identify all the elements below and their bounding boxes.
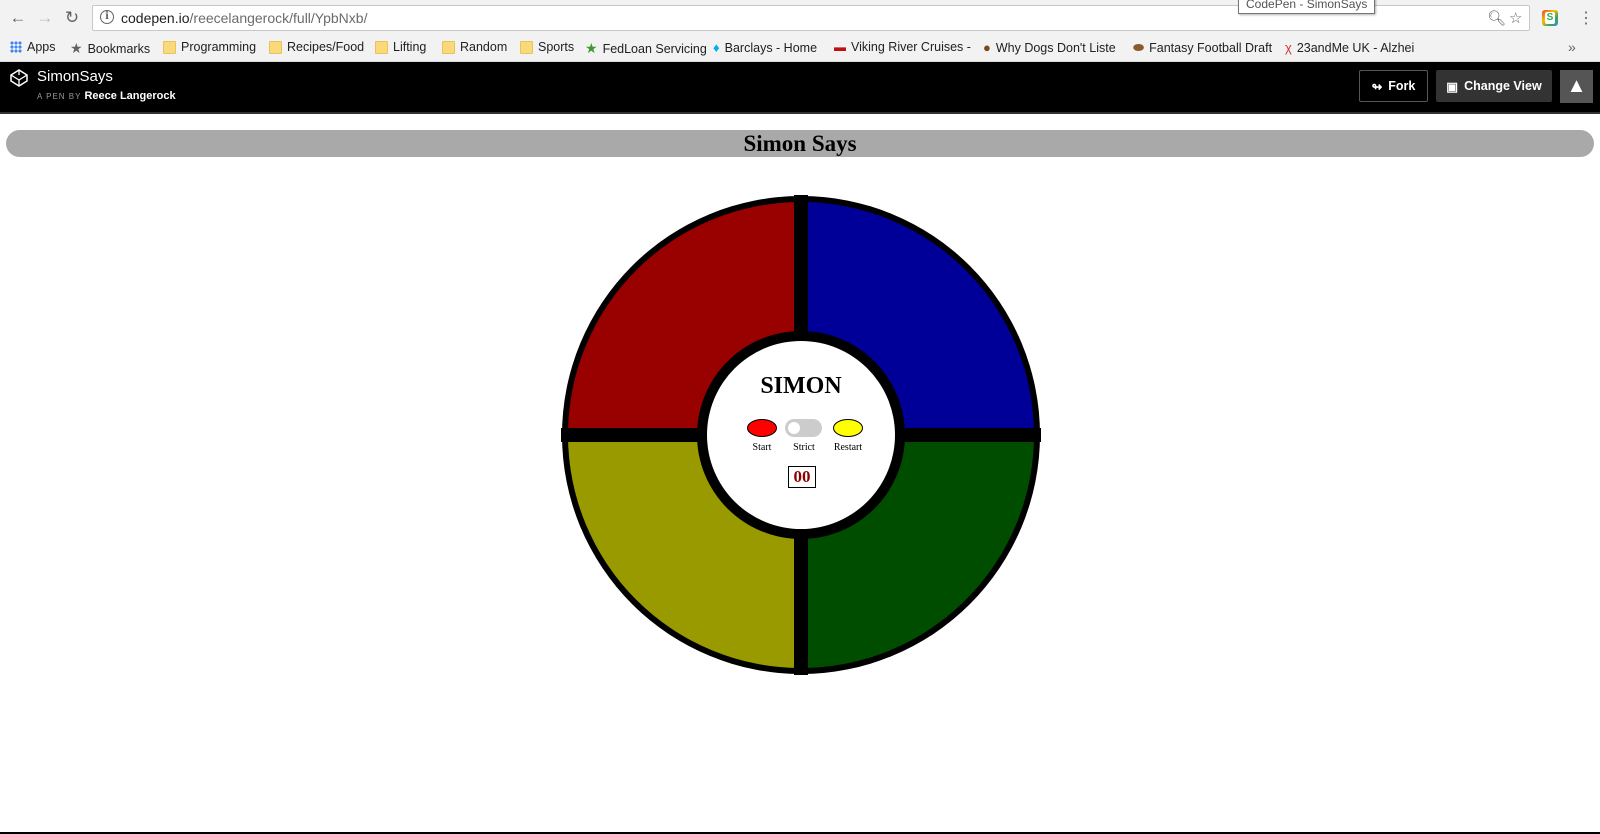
- bookmark-dogs[interactable]: ● Why Dogs Don't Liste: [983, 40, 1116, 55]
- bookmark-apps[interactable]: Apps: [10, 40, 56, 54]
- bookmark-23andme[interactable]: χ 23andMe UK - Alzhei: [1285, 40, 1414, 55]
- reload-icon[interactable]: ↻: [62, 8, 82, 28]
- fork-button[interactable]: ↬ Fork: [1359, 70, 1428, 102]
- pen-title: SimonSays: [37, 68, 113, 85]
- avatar-icon: ▲: [1566, 75, 1587, 97]
- bookmark-sports[interactable]: Sports: [520, 40, 574, 54]
- fork-icon: ↬: [1371, 79, 1383, 94]
- browser-menu-icon[interactable]: ⋮: [1578, 8, 1594, 28]
- bookmark-lifting[interactable]: Lifting: [375, 40, 426, 54]
- page-title-bar: Simon Says: [6, 130, 1594, 157]
- strict-toggle[interactable]: [785, 419, 822, 437]
- bookmark-programming[interactable]: Programming: [163, 40, 256, 54]
- pen-byline: A PEN BY Reece Langerock: [37, 90, 176, 102]
- start-button[interactable]: [747, 419, 777, 437]
- bookmark-viking[interactable]: ▬ Viking River Cruises -: [834, 40, 971, 54]
- more-bookmarks-icon[interactable]: »: [1568, 39, 1576, 55]
- folder-icon: [442, 40, 455, 54]
- tab-tooltip: CodePen - SimonSays: [1238, 0, 1376, 14]
- extension-icon[interactable]: S: [1542, 10, 1558, 26]
- layout-icon: ▣: [1446, 79, 1459, 94]
- control-panel: SIMON Start Strict Restart 00: [701, 335, 901, 535]
- bookmark-bookmarks[interactable]: ★ Bookmarks: [70, 40, 150, 57]
- info-icon[interactable]: i: [100, 10, 114, 24]
- dna-icon: χ: [1285, 40, 1292, 55]
- count-display: 00: [788, 466, 816, 488]
- toggle-knob: [788, 422, 800, 434]
- bookmark-fedloan[interactable]: ★ FedLoan Servicing: [585, 40, 707, 57]
- browser-toolbar: ← → ↻ i codepen.io/reecelangerock/full/Y…: [0, 0, 1600, 36]
- paw-icon: ●: [983, 40, 991, 55]
- strict-label: Strict: [793, 442, 815, 453]
- codepen-logo-icon[interactable]: [10, 69, 28, 87]
- bookmark-random[interactable]: Random: [442, 40, 507, 54]
- apps-icon: [10, 41, 22, 53]
- folder-icon: [163, 40, 176, 54]
- simon-board: SIMON Start Strict Restart 00: [561, 195, 1041, 675]
- restart-button[interactable]: [833, 419, 863, 437]
- bookmark-fantasy[interactable]: ⬬ Fantasy Football Draft: [1133, 40, 1272, 56]
- folder-icon: [375, 40, 388, 54]
- star-icon: ★: [70, 40, 83, 56]
- zoom-icon[interactable]: 🔍︎: [1487, 9, 1506, 27]
- back-arrow-icon[interactable]: ←: [8, 8, 28, 28]
- forward-arrow-icon[interactable]: →: [35, 8, 55, 28]
- viking-icon: ▬: [834, 40, 846, 54]
- barclays-icon: ♦: [713, 40, 720, 55]
- bookmark-recipes[interactable]: Recipes/Food: [269, 40, 364, 54]
- restart-label: Restart: [833, 442, 863, 453]
- bookmarks-bar: Apps ★ Bookmarks Programming Recipes/Food…: [0, 36, 1600, 62]
- user-avatar[interactable]: ▲: [1560, 70, 1593, 103]
- author-link[interactable]: Reece Langerock: [84, 90, 175, 102]
- url-text[interactable]: codepen.io/reecelangerock/full/YpbNxb/: [121, 10, 367, 26]
- folder-icon: [269, 40, 282, 54]
- football-icon: ⬬: [1133, 40, 1145, 55]
- fedloan-icon: ★: [585, 40, 598, 56]
- bookmark-barclays[interactable]: ♦ Barclays - Home: [713, 40, 817, 55]
- change-view-button[interactable]: ▣ Change View: [1436, 70, 1552, 102]
- bookmark-star-icon[interactable]: ☆: [1509, 9, 1522, 27]
- codepen-header: SimonSays A PEN BY Reece Langerock ↬ Fork …: [0, 62, 1600, 114]
- page-title: Simon Says: [743, 131, 857, 156]
- folder-icon: [520, 40, 533, 54]
- simon-label: SIMON: [760, 373, 842, 399]
